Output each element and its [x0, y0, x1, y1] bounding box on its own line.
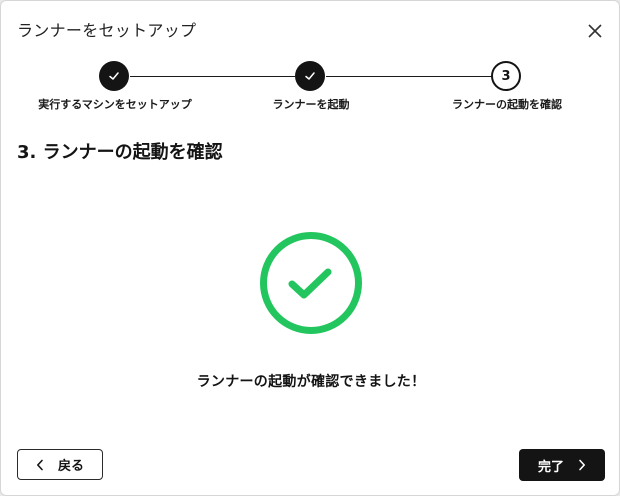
- chevron-right-icon: [578, 459, 586, 471]
- stepper: 3 実行するマシンをセットアップ ランナーを起動 ランナーの起動を確認: [1, 59, 619, 119]
- back-button-label: 戻る: [57, 459, 84, 474]
- section-heading: 3. ランナーの起動を確認: [17, 142, 223, 163]
- step-3-indicator: 3: [491, 61, 521, 91]
- check-icon: [109, 72, 119, 80]
- step-3-number: 3: [501, 68, 511, 84]
- finish-button[interactable]: 完了: [519, 449, 605, 481]
- step-connector: [130, 76, 295, 77]
- back-button[interactable]: 戻る: [17, 449, 103, 480]
- step-2-label: ランナーを起動: [272, 98, 350, 111]
- step-connector: [326, 76, 492, 77]
- step-3-label: ランナーの起動を確認: [452, 98, 562, 111]
- chevron-left-icon: [36, 459, 44, 471]
- step-1-label: 実行するマシンをセットアップ: [38, 98, 192, 111]
- close-icon: [588, 24, 602, 38]
- step-2-indicator: [295, 61, 325, 91]
- dialog-title: ランナーをセットアップ: [17, 21, 197, 40]
- step-1-indicator: [99, 61, 129, 91]
- finish-button-label: 完了: [537, 459, 564, 475]
- setup-runner-dialog: ランナーをセットアップ 3 実行するマシンをセットアップ ランナーを起動 ランナ…: [0, 0, 620, 496]
- close-button[interactable]: [583, 19, 607, 43]
- success-message: ランナーの起動が確認できました！: [196, 374, 426, 390]
- check-icon: [305, 72, 315, 80]
- check-circle-icon: [260, 232, 362, 334]
